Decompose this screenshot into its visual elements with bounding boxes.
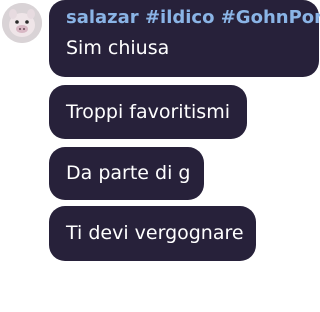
message-bubble[interactable]: Troppi favoritismi: [49, 85, 247, 139]
pig-face-icon: [2, 3, 42, 43]
sender-name[interactable]: salazar #ildico #GohnPork: [66, 9, 320, 27]
message-bubble[interactable]: salazar #ildico #GohnPork Sim chiusa: [49, 0, 320, 77]
message-bubble[interactable]: Ti devi vergognare: [49, 206, 256, 261]
message-text: Troppi favoritismi: [66, 100, 230, 123]
message-text: Da parte di g: [66, 162, 191, 184]
message-bubble[interactable]: Da parte di g: [49, 147, 204, 200]
message-text: Ti devi vergognare: [66, 222, 244, 244]
avatar[interactable]: [2, 3, 42, 43]
message-text: Sim chiusa: [66, 37, 170, 59]
